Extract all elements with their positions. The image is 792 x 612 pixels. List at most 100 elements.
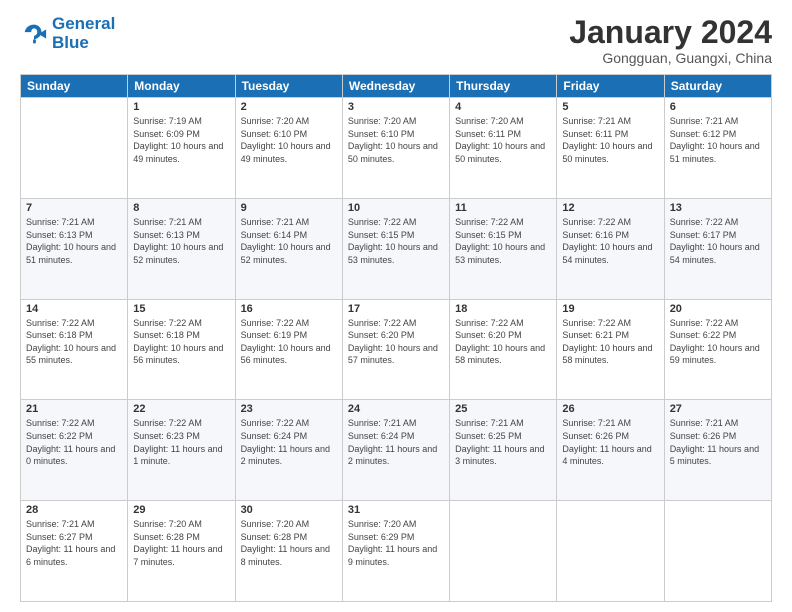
- day-number: 10: [348, 202, 444, 214]
- col-friday: Friday: [557, 75, 664, 98]
- calendar-cell: 31 Sunrise: 7:20 AM Sunset: 6:29 PM Dayli…: [342, 501, 449, 602]
- calendar-cell: 24Sunrise: 7:21 AM Sunset: 6:24 PM Dayli…: [342, 400, 449, 501]
- calendar-cell: 20Sunrise: 7:22 AM Sunset: 6:22 PM Dayli…: [664, 299, 771, 400]
- calendar-cell: 13 Sunrise: 7:22 AM Sunset: 6:17 PM Dayli…: [664, 198, 771, 299]
- day-number: 13: [670, 202, 766, 214]
- day-number: 1: [133, 101, 229, 113]
- day-info: Sunrise: 7:22 AM Sunset: 6:20 PM Dayligh…: [348, 317, 444, 367]
- calendar-cell: [450, 501, 557, 602]
- day-number: 22: [133, 403, 229, 415]
- day-info: Sunrise: 7:21 AM Sunset: 6:11 PM Dayligh…: [562, 115, 658, 165]
- calendar-cell: 4Sunrise: 7:20 AM Sunset: 6:11 PM Daylig…: [450, 98, 557, 199]
- calendar-cell: [664, 501, 771, 602]
- logo-icon: [20, 20, 48, 48]
- day-number: 11: [455, 202, 551, 214]
- calendar-cell: 26Sunrise: 7:21 AM Sunset: 6:26 PM Dayli…: [557, 400, 664, 501]
- calendar-cell: 11 Sunrise: 7:22 AM Sunset: 6:15 PM Dayli…: [450, 198, 557, 299]
- calendar-cell: 23 Sunrise: 7:22 AM Sunset: 6:24 PM Dayli…: [235, 400, 342, 501]
- day-info: Sunrise: 7:22 AM Sunset: 6:15 PM Dayligh…: [455, 216, 551, 266]
- subtitle: Gongguan, Guangxi, China: [569, 50, 772, 66]
- col-wednesday: Wednesday: [342, 75, 449, 98]
- day-info: Sunrise: 7:22 AM Sunset: 6:19 PM Dayligh…: [241, 317, 337, 367]
- day-number: 27: [670, 403, 766, 415]
- day-number: 29: [133, 504, 229, 516]
- day-info: Sunrise: 7:20 AM Sunset: 6:10 PM Dayligh…: [241, 115, 337, 165]
- day-info: Sunrise: 7:21 AM Sunset: 6:27 PM Dayligh…: [26, 518, 122, 568]
- day-number: 9: [241, 202, 337, 214]
- header-row: Sunday Monday Tuesday Wednesday Thursday…: [21, 75, 772, 98]
- day-number: 18: [455, 303, 551, 315]
- day-info: Sunrise: 7:21 AM Sunset: 6:26 PM Dayligh…: [670, 417, 766, 467]
- day-number: 26: [562, 403, 658, 415]
- day-info: Sunrise: 7:22 AM Sunset: 6:22 PM Dayligh…: [670, 317, 766, 367]
- day-info: Sunrise: 7:21 AM Sunset: 6:24 PM Dayligh…: [348, 417, 444, 467]
- col-monday: Monday: [128, 75, 235, 98]
- calendar-cell: 3 Sunrise: 7:20 AM Sunset: 6:10 PM Daylig…: [342, 98, 449, 199]
- week-row-3: 21Sunrise: 7:22 AM Sunset: 6:22 PM Dayli…: [21, 400, 772, 501]
- day-info: Sunrise: 7:19 AM Sunset: 6:09 PM Dayligh…: [133, 115, 229, 165]
- col-sunday: Sunday: [21, 75, 128, 98]
- calendar-cell: 25Sunrise: 7:21 AM Sunset: 6:25 PM Dayli…: [450, 400, 557, 501]
- col-thursday: Thursday: [450, 75, 557, 98]
- day-number: 12: [562, 202, 658, 214]
- logo: General Blue: [20, 15, 115, 52]
- day-number: 23: [241, 403, 337, 415]
- day-number: 30: [241, 504, 337, 516]
- calendar-cell: 5 Sunrise: 7:21 AM Sunset: 6:11 PM Daylig…: [557, 98, 664, 199]
- day-info: Sunrise: 7:22 AM Sunset: 6:17 PM Dayligh…: [670, 216, 766, 266]
- col-tuesday: Tuesday: [235, 75, 342, 98]
- calendar-cell: 12 Sunrise: 7:22 AM Sunset: 6:16 PM Dayli…: [557, 198, 664, 299]
- calendar-cell: [21, 98, 128, 199]
- day-info: Sunrise: 7:22 AM Sunset: 6:23 PM Dayligh…: [133, 417, 229, 467]
- day-number: 3: [348, 101, 444, 113]
- calendar-cell: 18 Sunrise: 7:22 AM Sunset: 6:20 PM Dayli…: [450, 299, 557, 400]
- header: General Blue January 2024 Gongguan, Guan…: [20, 15, 772, 66]
- day-info: Sunrise: 7:22 AM Sunset: 6:15 PM Dayligh…: [348, 216, 444, 266]
- day-info: Sunrise: 7:21 AM Sunset: 6:12 PM Dayligh…: [670, 115, 766, 165]
- day-info: Sunrise: 7:20 AM Sunset: 6:10 PM Dayligh…: [348, 115, 444, 165]
- calendar-cell: 2Sunrise: 7:20 AM Sunset: 6:10 PM Daylig…: [235, 98, 342, 199]
- calendar-cell: 17 Sunrise: 7:22 AM Sunset: 6:20 PM Dayli…: [342, 299, 449, 400]
- day-number: 19: [562, 303, 658, 315]
- calendar-cell: 14 Sunrise: 7:22 AM Sunset: 6:18 PM Dayli…: [21, 299, 128, 400]
- calendar-cell: 30 Sunrise: 7:20 AM Sunset: 6:28 PM Dayli…: [235, 501, 342, 602]
- calendar-cell: 15Sunrise: 7:22 AM Sunset: 6:18 PM Dayli…: [128, 299, 235, 400]
- week-row-2: 14 Sunrise: 7:22 AM Sunset: 6:18 PM Dayli…: [21, 299, 772, 400]
- col-saturday: Saturday: [664, 75, 771, 98]
- day-number: 16: [241, 303, 337, 315]
- day-number: 5: [562, 101, 658, 113]
- week-row-0: 1 Sunrise: 7:19 AM Sunset: 6:09 PM Daylig…: [21, 98, 772, 199]
- calendar-cell: 9 Sunrise: 7:21 AM Sunset: 6:14 PM Daylig…: [235, 198, 342, 299]
- page: General Blue January 2024 Gongguan, Guan…: [0, 0, 792, 612]
- day-info: Sunrise: 7:22 AM Sunset: 6:24 PM Dayligh…: [241, 417, 337, 467]
- day-info: Sunrise: 7:22 AM Sunset: 6:16 PM Dayligh…: [562, 216, 658, 266]
- month-title: January 2024: [569, 15, 772, 50]
- day-info: Sunrise: 7:20 AM Sunset: 6:11 PM Dayligh…: [455, 115, 551, 165]
- day-info: Sunrise: 7:22 AM Sunset: 6:21 PM Dayligh…: [562, 317, 658, 367]
- day-number: 7: [26, 202, 122, 214]
- calendar-cell: 16 Sunrise: 7:22 AM Sunset: 6:19 PM Dayli…: [235, 299, 342, 400]
- calendar-cell: 29Sunrise: 7:20 AM Sunset: 6:28 PM Dayli…: [128, 501, 235, 602]
- calendar-cell: 10 Sunrise: 7:22 AM Sunset: 6:15 PM Dayli…: [342, 198, 449, 299]
- day-info: Sunrise: 7:22 AM Sunset: 6:20 PM Dayligh…: [455, 317, 551, 367]
- day-info: Sunrise: 7:21 AM Sunset: 6:25 PM Dayligh…: [455, 417, 551, 467]
- day-info: Sunrise: 7:22 AM Sunset: 6:18 PM Dayligh…: [26, 317, 122, 367]
- week-row-4: 28Sunrise: 7:21 AM Sunset: 6:27 PM Dayli…: [21, 501, 772, 602]
- calendar-cell: 28Sunrise: 7:21 AM Sunset: 6:27 PM Dayli…: [21, 501, 128, 602]
- day-info: Sunrise: 7:20 AM Sunset: 6:29 PM Dayligh…: [348, 518, 444, 568]
- calendar-cell: 21Sunrise: 7:22 AM Sunset: 6:22 PM Dayli…: [21, 400, 128, 501]
- day-info: Sunrise: 7:20 AM Sunset: 6:28 PM Dayligh…: [241, 518, 337, 568]
- day-number: 8: [133, 202, 229, 214]
- day-info: Sunrise: 7:21 AM Sunset: 6:13 PM Dayligh…: [26, 216, 122, 266]
- day-number: 15: [133, 303, 229, 315]
- day-number: 17: [348, 303, 444, 315]
- day-number: 31: [348, 504, 444, 516]
- day-info: Sunrise: 7:22 AM Sunset: 6:22 PM Dayligh…: [26, 417, 122, 467]
- day-number: 14: [26, 303, 122, 315]
- day-number: 6: [670, 101, 766, 113]
- title-area: January 2024 Gongguan, Guangxi, China: [569, 15, 772, 66]
- calendar-table: Sunday Monday Tuesday Wednesday Thursday…: [20, 74, 772, 602]
- calendar-cell: [557, 501, 664, 602]
- calendar-cell: 8Sunrise: 7:21 AM Sunset: 6:13 PM Daylig…: [128, 198, 235, 299]
- day-info: Sunrise: 7:21 AM Sunset: 6:14 PM Dayligh…: [241, 216, 337, 266]
